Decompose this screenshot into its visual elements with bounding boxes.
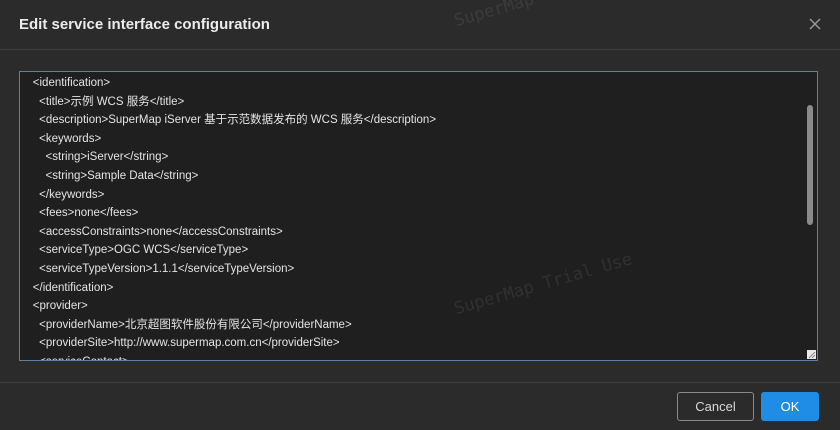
code-line: <accessConstraints>none</accessConstrain…	[20, 225, 283, 238]
dialog-title: Edit service interface configuration	[19, 16, 270, 33]
code-line: <description>SuperMap iServer 基于示范数据发布的 …	[20, 114, 437, 127]
cancel-button[interactable]: Cancel	[677, 392, 754, 421]
code-line: <identification>	[20, 77, 111, 89]
edit-config-dialog: Edit service interface configuration <id…	[0, 0, 840, 430]
code-line: <title>示例 WCS 服务</title>	[20, 95, 185, 108]
code-line: <string>Sample Data</string>	[20, 169, 199, 182]
code-line: <serviceContact>	[20, 353, 803, 360]
code-line: </keywords>	[20, 188, 105, 201]
code-line: <serviceTypeVersion>1.1.1</serviceTypeVe…	[20, 262, 295, 275]
close-icon[interactable]	[806, 15, 824, 33]
xml-code-content[interactable]: <identification> <title>示例 WCS 服务</title…	[20, 72, 803, 360]
code-line: <providerSite>http://www.supermap.com.cn…	[20, 337, 340, 350]
ok-button[interactable]: OK	[761, 392, 819, 421]
code-line: <providerName>北京超图软件股份有限公司</providerName…	[20, 318, 352, 331]
code-line: </identification>	[20, 281, 114, 294]
editor-scrollbar[interactable]	[803, 72, 817, 360]
code-line: <string>iServer</string>	[20, 151, 169, 164]
code-line: <serviceType>OGC WCS</serviceType>	[20, 244, 249, 257]
code-line: <fees>none</fees>	[20, 207, 139, 220]
dialog-header: Edit service interface configuration	[0, 0, 840, 50]
code-line: <keywords>	[20, 132, 102, 145]
resize-handle-icon[interactable]	[807, 350, 816, 359]
xml-editor-textarea[interactable]: <identification> <title>示例 WCS 服务</title…	[19, 71, 818, 361]
scrollbar-thumb[interactable]	[807, 105, 813, 225]
code-line: <provider>	[20, 300, 88, 313]
